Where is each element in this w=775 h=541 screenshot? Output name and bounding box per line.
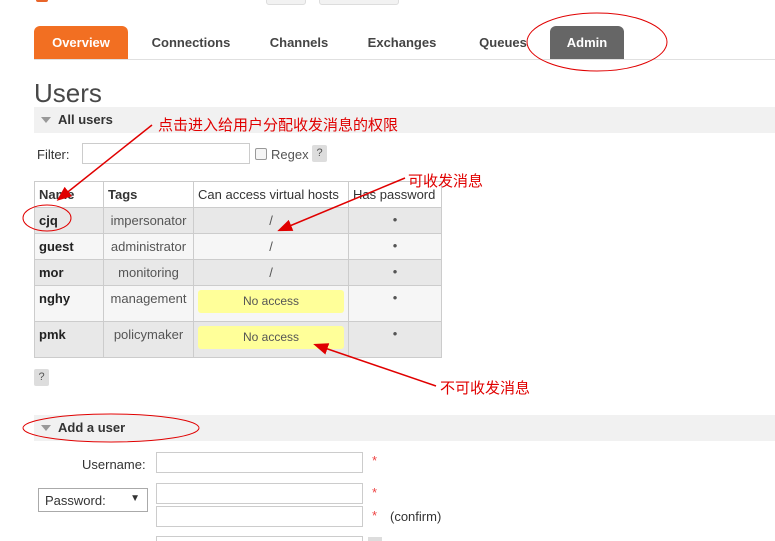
password-type-select[interactable]: Password: ▼ <box>38 488 148 512</box>
tab-exchanges[interactable]: Exchanges <box>356 26 448 59</box>
confirm-label: (confirm) <box>390 509 442 524</box>
section-title: All users <box>58 112 113 127</box>
user-has-password: • <box>348 259 442 286</box>
regex-checkbox[interactable] <box>255 148 267 160</box>
column-header-tags[interactable]: Tags <box>103 181 194 208</box>
required-mark: * <box>372 453 378 468</box>
annotation-click-hint: 点击进入给用户分配收发消息的权限 <box>158 116 399 134</box>
dropdown-arrow-icon: ▼ <box>130 493 140 504</box>
top-status-pill <box>319 0 399 5</box>
user-has-password: • <box>348 321 442 358</box>
main-nav: Overview Connections Channels Exchanges … <box>34 26 775 60</box>
user-name-link[interactable]: nghy <box>34 285 104 322</box>
user-name-link[interactable]: cjq <box>34 207 104 234</box>
filter-input[interactable] <box>82 143 250 164</box>
table-row: mor monitoring / • <box>34 259 442 286</box>
user-tags: impersonator <box>103 207 194 234</box>
user-vhosts-cell: No access <box>193 285 349 322</box>
tags-help-button[interactable] <box>368 537 382 541</box>
user-vhosts: / <box>193 233 349 260</box>
column-header-vhosts[interactable]: Can access virtual hosts <box>193 181 349 208</box>
no-access-badge: No access <box>198 290 344 313</box>
table-row: nghy management No access • <box>34 285 442 322</box>
password-confirm-input[interactable] <box>156 506 363 527</box>
table-help-button[interactable]: ? <box>34 369 49 386</box>
regex-help-button[interactable]: ? <box>312 145 327 162</box>
required-mark: * <box>372 485 378 500</box>
tags-input[interactable] <box>156 536 363 541</box>
user-has-password: • <box>348 207 442 234</box>
username-label: Username: <box>82 457 146 472</box>
tab-queues[interactable]: Queues <box>462 26 544 59</box>
collapse-triangle-icon <box>41 425 51 431</box>
user-tags: administrator <box>103 233 194 260</box>
regex-label: Regex <box>271 147 309 162</box>
annotation-can-send: 可收发消息 <box>408 172 484 190</box>
table-row: cjq impersonator / • <box>34 207 442 234</box>
user-name-link[interactable]: pmk <box>34 321 104 358</box>
user-has-password: • <box>348 233 442 260</box>
user-name-link[interactable]: guest <box>34 233 104 260</box>
add-user-section-header[interactable]: Add a user <box>34 415 775 441</box>
user-vhosts: / <box>193 207 349 234</box>
password-input[interactable] <box>156 483 363 504</box>
tab-overview[interactable]: Overview <box>34 26 128 59</box>
page-title: Users <box>34 78 102 108</box>
tab-channels[interactable]: Channels <box>258 26 340 59</box>
user-tags: policymaker <box>103 321 194 358</box>
user-tags: monitoring <box>103 259 194 286</box>
table-header-row: Name Tags Can access virtual hosts Has p… <box>34 181 442 208</box>
table-row: guest administrator / • <box>34 233 442 260</box>
collapse-triangle-icon <box>41 117 51 123</box>
all-users-section-header[interactable]: All users <box>34 107 775 133</box>
section-title: Add a user <box>58 420 126 435</box>
user-tags: management <box>103 285 194 322</box>
top-status-pill <box>266 0 306 5</box>
annotation-cannot-send: 不可收发消息 <box>440 379 531 397</box>
user-vhosts: / <box>193 259 349 286</box>
column-header-name[interactable]: Name <box>34 181 104 208</box>
table-row: pmk policymaker No access • <box>34 321 442 358</box>
user-has-password: • <box>348 285 442 322</box>
no-access-badge: No access <box>198 326 344 349</box>
username-input[interactable] <box>156 452 363 473</box>
required-mark: * <box>372 508 378 523</box>
tab-connections[interactable]: Connections <box>140 26 242 59</box>
users-table: Name Tags Can access virtual hosts Has p… <box>34 181 442 358</box>
user-name-link[interactable]: mor <box>34 259 104 286</box>
tab-admin[interactable]: Admin <box>550 26 624 59</box>
rabbitmq-logo <box>36 0 186 4</box>
user-vhosts-cell: No access <box>193 321 349 358</box>
filter-label: Filter: <box>37 147 70 162</box>
password-type-label: Password: <box>45 493 106 508</box>
